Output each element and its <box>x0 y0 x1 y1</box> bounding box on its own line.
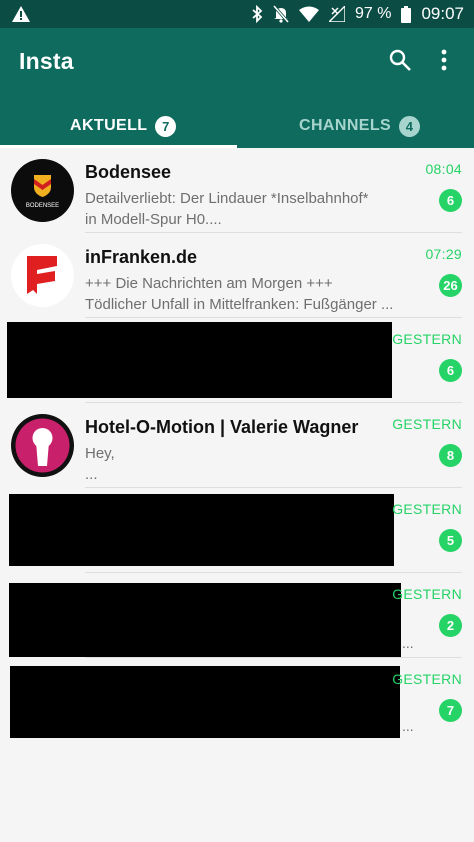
chat-time: 07:29 <box>425 246 462 262</box>
notifications-off-icon <box>272 5 289 23</box>
chat-preview-ellipsis: ... <box>402 718 414 734</box>
chat-row-redacted[interactable]: GESTERN 5 <box>0 488 474 573</box>
chat-preview: Detailverliebt: Der Lindauer *Inselbahnh… <box>85 188 415 230</box>
unread-badge: 6 <box>439 189 462 212</box>
chat-row-infranken[interactable]: inFranken.de +++ Die Nachrichten am Morg… <box>0 233 474 318</box>
unread-badge: 7 <box>439 699 462 722</box>
chat-time: GESTERN <box>392 586 462 602</box>
tab-aktuell-badge: 7 <box>155 115 177 137</box>
unread-badge: 26 <box>439 274 462 297</box>
chat-name: inFranken.de <box>85 247 198 267</box>
svg-text:BODENSEE: BODENSEE <box>26 203 59 209</box>
more-vert-icon[interactable] <box>440 48 448 77</box>
clock: 09:07 <box>421 4 464 23</box>
chat-time: 08:04 <box>425 161 462 177</box>
status-bar: 97 % 09:07 <box>0 0 474 28</box>
app-title: Insta <box>19 48 74 74</box>
chat-row-redacted[interactable]: GESTERN 7 ... <box>0 658 474 743</box>
chat-preview-line2: ... <box>85 466 98 483</box>
chat-row-bodensee[interactable]: BODENSEE Bodensee Detailverliebt: Der Li… <box>0 148 474 233</box>
chat-time: GESTERN <box>392 331 462 347</box>
infranken-logo <box>11 244 74 307</box>
unread-badge: 6 <box>439 359 462 382</box>
unread-badge: 2 <box>439 614 462 637</box>
chat-row-redacted[interactable]: GESTERN 2 ... <box>0 573 474 658</box>
chat-name: Hotel-O-Motion | Valerie Wagner <box>85 417 359 437</box>
tab-channels-label: CHANNELS <box>299 117 392 134</box>
redacted-block <box>7 322 392 398</box>
chat-preview-line1: Detailverliebt: Der Lindauer *Inselbahnh… <box>85 190 369 207</box>
tab-channels-badge: 4 <box>399 115 421 137</box>
battery-icon <box>401 5 412 23</box>
search-icon[interactable] <box>388 48 412 77</box>
warning-icon <box>12 6 30 27</box>
redacted-block <box>9 494 394 566</box>
wifi-icon <box>298 6 319 22</box>
chat-row-redacted[interactable]: GESTERN 6 <box>0 318 474 403</box>
chat-time: GESTERN <box>392 416 462 432</box>
bodensee-logo: BODENSEE <box>11 159 74 222</box>
chat-preview-ellipsis: ... <box>402 635 414 651</box>
chat-preview-line2: in Modell-Spur H0.... <box>85 211 222 228</box>
battery-percent: 97 % <box>354 5 392 22</box>
signal-off-icon <box>328 6 345 22</box>
tab-aktuell[interactable]: AKTUELL 7 <box>70 106 177 146</box>
bluetooth-icon <box>251 5 263 23</box>
redacted-block <box>9 583 401 657</box>
unread-badge: 5 <box>439 529 462 552</box>
chat-time: GESTERN <box>392 501 462 517</box>
chat-name: Bodensee <box>85 162 172 182</box>
chat-preview: +++ Die Nachrichten am Morgen +++ Tödlic… <box>85 273 415 315</box>
chat-time: GESTERN <box>392 671 462 687</box>
chat-row-hotel-o-motion[interactable]: Hotel-O-Motion | Valerie Wagner Hey, ...… <box>0 403 474 488</box>
tab-aktuell-label: AKTUELL <box>70 117 148 134</box>
chat-preview-line2: Tödlicher Unfall in Mittelfranken: Fußgä… <box>85 296 394 313</box>
chat-preview-line1: +++ Die Nachrichten am Morgen +++ <box>85 275 333 292</box>
app-bar: Insta AKTUELL 7 CHANNELS 4 <box>0 28 474 148</box>
keyhole-logo <box>11 414 74 477</box>
chat-preview: Hey, ... <box>85 443 415 485</box>
redacted-block <box>10 666 400 738</box>
unread-badge: 8 <box>439 444 462 467</box>
chat-preview-line1: Hey, <box>85 445 115 462</box>
tab-channels[interactable]: CHANNELS 4 <box>299 106 421 146</box>
